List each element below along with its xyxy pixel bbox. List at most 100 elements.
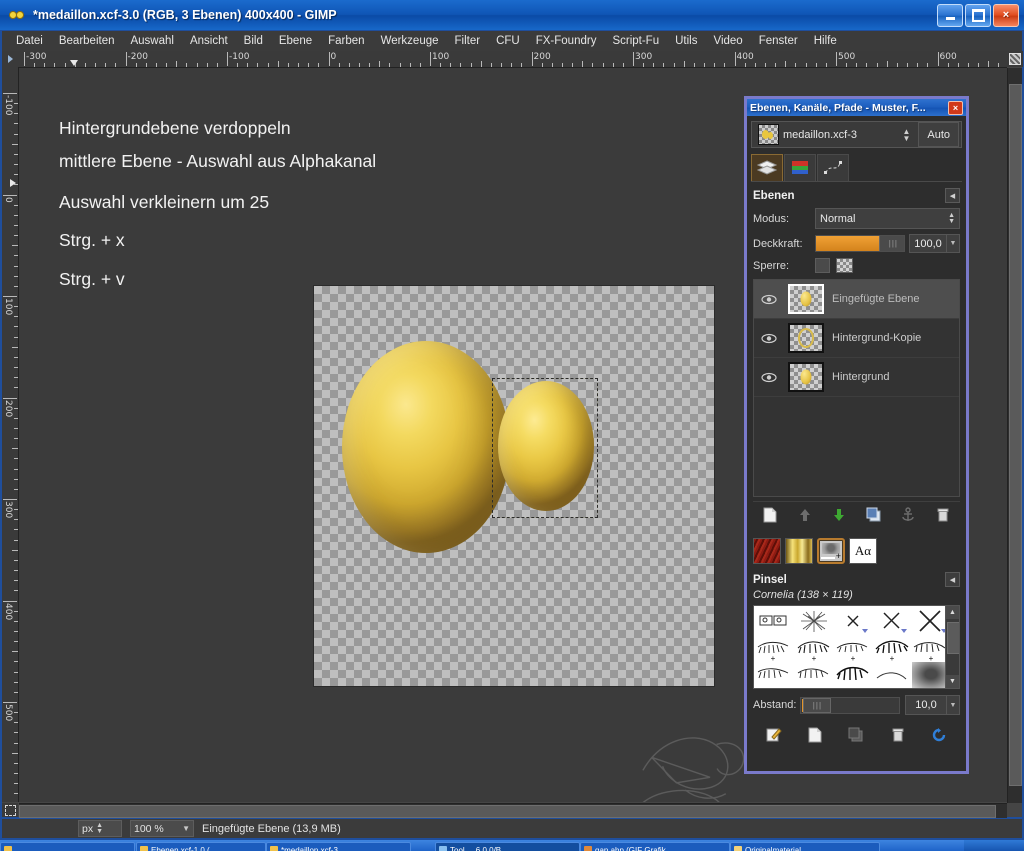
taskbar-item-3[interactable]: Tool ... 6.0.0/B... [435, 842, 580, 851]
vertical-scrollbar[interactable] [1007, 68, 1022, 803]
brush-preview-gimp[interactable] [756, 608, 794, 635]
minimize-button[interactable] [937, 4, 963, 27]
auto-button[interactable]: Auto [918, 122, 959, 147]
menu-video[interactable]: Video [705, 33, 750, 49]
spacing-spinner[interactable]: ▼ [947, 695, 960, 715]
selection-marquee[interactable] [492, 378, 598, 518]
font-swatch[interactable]: Aα [849, 538, 877, 564]
new-layer-button[interactable] [759, 505, 781, 525]
brush-preview-sweep[interactable] [873, 662, 911, 689]
menu-ansicht[interactable]: Ansicht [182, 33, 236, 49]
chevron-updown-icon[interactable]: ▲ ▼ [902, 127, 910, 142]
brush-preview-lashes-3[interactable]: + [834, 635, 872, 662]
menu-script-fu[interactable]: Script-Fu [604, 33, 667, 49]
layer-list[interactable]: Eingefügte Ebene Hintergrund-Kopie Hinte… [753, 279, 960, 497]
raise-layer-button[interactable] [794, 505, 816, 525]
delete-brush-button[interactable] [887, 725, 909, 745]
layer-name[interactable]: Hintergrund-Kopie [832, 332, 921, 344]
opacity-value[interactable]: 100,0 [909, 234, 947, 253]
spacing-slider[interactable]: ||| [800, 696, 900, 714]
layer-visibility-toggle[interactable] [758, 372, 780, 383]
brush-preview-cross-medium[interactable] [873, 608, 911, 635]
scroll-up-icon[interactable]: ▲ [946, 606, 959, 619]
lower-layer-button[interactable] [828, 505, 850, 525]
tab-paths[interactable] [817, 154, 849, 181]
new-brush-button[interactable] [804, 725, 826, 745]
horizontal-ruler[interactable]: -300 -200 -100 0 100 200 300 400 500 600 [18, 51, 1007, 68]
zoom-selector[interactable]: 100 % ▼ [130, 820, 194, 837]
menu-fenster[interactable]: Fenster [751, 33, 806, 49]
brush-preview-cornelia[interactable] [795, 608, 833, 635]
brush-preview-lashes-8[interactable] [834, 662, 872, 689]
brush-preview-lashes-1[interactable]: + [756, 635, 794, 662]
table-row[interactable]: Hintergrund-Kopie [754, 319, 959, 358]
brush-preview-lashes-6[interactable] [756, 662, 794, 689]
dock-close-button[interactable]: × [948, 100, 963, 115]
vscroll-thumb[interactable] [1009, 84, 1022, 786]
opacity-slider[interactable]: ||| [815, 235, 905, 252]
lock-alpha-checkbox[interactable] [836, 258, 853, 273]
refresh-brushes-button[interactable] [928, 725, 950, 745]
menu-werkzeuge[interactable]: Werkzeuge [373, 33, 447, 49]
tab-channels[interactable] [784, 154, 816, 181]
duplicate-brush-button[interactable] [845, 725, 867, 745]
layer-name[interactable]: Hintergrund [832, 371, 889, 383]
brush-swatch[interactable]: + [817, 538, 845, 564]
panel-menu-button[interactable]: ◀ [945, 572, 960, 587]
menu-fx-foundry[interactable]: FX-Foundry [528, 33, 605, 49]
brush-preview-lashes-4[interactable]: + [873, 635, 911, 662]
table-row[interactable]: Eingefügte Ebene [754, 280, 959, 319]
taskbar-item-1[interactable]: Ebenen.xcf-1.0 (... [136, 842, 266, 851]
opacity-slider-knob[interactable]: ||| [879, 236, 904, 251]
close-button[interactable]: × [993, 4, 1019, 27]
menu-utils[interactable]: Utils [667, 33, 705, 49]
vertical-ruler[interactable]: -100 0 100 200 300 400 500 [2, 67, 19, 802]
pattern-swatch[interactable] [753, 538, 781, 564]
taskbar-item-2[interactable]: *medaillon.xcf-3 [266, 842, 411, 851]
tab-layers[interactable] [751, 154, 783, 181]
taskbar-item-5[interactable]: Originalmaterial [730, 842, 880, 851]
ruler-corner-menu-button[interactable] [2, 51, 19, 68]
image-selector[interactable]: medaillon.xcf-3 ▲ ▼ Auto [751, 121, 962, 148]
quickmask-toggle-button[interactable] [2, 803, 18, 817]
taskbar-item-0[interactable]: ... [0, 842, 135, 851]
brush-preview-lashes-7[interactable] [795, 662, 833, 689]
image-canvas[interactable] [314, 286, 714, 686]
menu-ebene[interactable]: Ebene [271, 33, 320, 49]
menu-bearbeiten[interactable]: Bearbeiten [51, 33, 123, 49]
opacity-spinner[interactable]: ▼ [947, 234, 960, 253]
brush-scroll-thumb[interactable] [947, 622, 959, 654]
duplicate-layer-button[interactable] [863, 505, 885, 525]
delete-layer-button[interactable] [932, 505, 954, 525]
table-row[interactable]: Hintergrund [754, 358, 959, 397]
lock-pixels-checkbox[interactable] [815, 258, 830, 273]
panel-menu-button[interactable]: ◀ [945, 188, 960, 203]
hscroll-thumb[interactable] [19, 805, 996, 818]
menu-filter[interactable]: Filter [447, 33, 489, 49]
maximize-button[interactable] [965, 4, 991, 27]
anchor-layer-button[interactable] [897, 505, 919, 525]
gradient-swatch[interactable] [785, 538, 813, 564]
mode-combobox[interactable]: Normal ▲ ▼ [815, 208, 960, 229]
brush-preview-cross-small[interactable] [834, 608, 872, 635]
navigation-preview-button[interactable] [1007, 51, 1023, 67]
menu-farben[interactable]: Farben [320, 33, 372, 49]
spacing-value[interactable]: 10,0 [905, 695, 947, 715]
menu-hilfe[interactable]: Hilfe [806, 33, 845, 49]
unit-selector[interactable]: px ▲ ▼ [78, 820, 122, 837]
brush-grid-scrollbar[interactable]: ▲ ▼ [945, 606, 959, 688]
layer-visibility-toggle[interactable] [758, 333, 780, 344]
scroll-down-icon[interactable]: ▼ [946, 675, 959, 688]
horizontal-scrollbar[interactable] [19, 803, 1007, 818]
layer-name[interactable]: Eingefügte Ebene [832, 293, 919, 305]
brush-grid[interactable]: + + + + + ▲ ▼ [753, 605, 960, 689]
menu-cfu[interactable]: CFU [488, 33, 528, 49]
menu-auswahl[interactable]: Auswahl [122, 33, 181, 49]
taskbar-item-4[interactable]: gap.ahp (GIF Grafik... [580, 842, 730, 851]
layer-visibility-toggle[interactable] [758, 294, 780, 305]
brush-preview-lashes-2[interactable]: + [795, 635, 833, 662]
menu-bild[interactable]: Bild [236, 33, 271, 49]
spacing-slider-knob[interactable]: ||| [803, 697, 832, 713]
edit-brush-button[interactable] [763, 725, 785, 745]
menu-datei[interactable]: Datei [8, 33, 51, 49]
